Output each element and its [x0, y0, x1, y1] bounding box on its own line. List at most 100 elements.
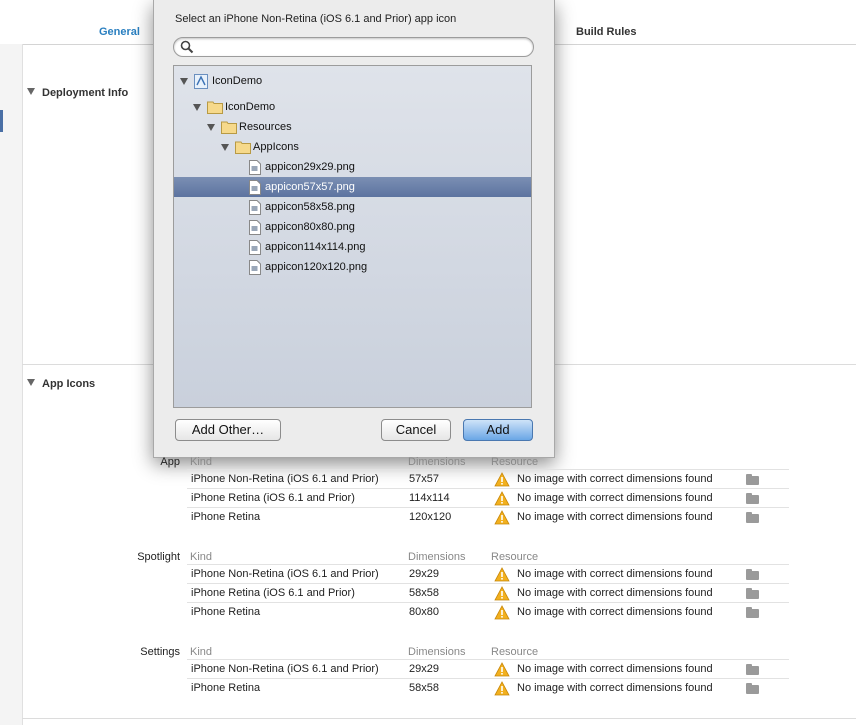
deployment-info-header[interactable]: Deployment Info: [27, 87, 128, 99]
warning-icon: [494, 472, 510, 487]
group-label: Spotlight: [137, 551, 180, 563]
tree-item-label: IconDemo: [225, 101, 276, 113]
search-field[interactable]: [173, 37, 534, 57]
table-row[interactable]: iPhone Retina (iOS 6.1 and Prior) 114x114…: [187, 488, 789, 508]
warning-icon: [494, 510, 510, 525]
add-button[interactable]: Add: [463, 419, 533, 441]
folder-browse-icon[interactable]: [746, 474, 759, 485]
dimensions-cell: 58x58: [409, 682, 439, 694]
resource-cell: No image with correct dimensions found: [517, 473, 713, 485]
tree-item-label: AppIcons: [253, 141, 299, 153]
table-row[interactable]: iPhone Non-Retina (iOS 6.1 and Prior) 29x…: [187, 659, 789, 679]
section-divider-bottom: [22, 718, 856, 719]
warning-icon: [494, 605, 510, 620]
tree-item-label: Resources: [239, 121, 292, 133]
tree-file-item[interactable]: appicon120x120.png: [174, 257, 531, 277]
resource-cell: No image with correct dimensions found: [517, 606, 713, 618]
column-header-resource: Resource: [491, 551, 539, 563]
folder-browse-icon[interactable]: [746, 588, 759, 599]
cancel-button[interactable]: Cancel: [381, 419, 451, 441]
app-icons-header[interactable]: App Icons: [27, 378, 95, 390]
warning-icon: [494, 662, 510, 677]
table-row[interactable]: iPhone Non-Retina (iOS 6.1 and Prior) 57x…: [187, 469, 789, 489]
tree-file-item[interactable]: appicon58x58.png: [174, 197, 531, 217]
kind-cell: iPhone Non-Retina (iOS 6.1 and Prior): [191, 568, 379, 580]
disclosure-triangle-icon[interactable]: [180, 78, 188, 85]
resource-cell: No image with correct dimensions found: [517, 663, 713, 675]
table-row[interactable]: iPhone Retina 80x80 No image with correct …: [187, 602, 789, 622]
tab-build-rules[interactable]: Build Rules: [576, 26, 637, 38]
warning-icon: [494, 681, 510, 696]
search-icon: [180, 40, 194, 54]
folder-browse-icon[interactable]: [746, 683, 759, 694]
table-row[interactable]: iPhone Retina (iOS 6.1 and Prior) 58x58 No…: [187, 583, 789, 603]
group-label: App: [160, 456, 180, 468]
kind-cell: iPhone Retina (iOS 6.1 and Prior): [191, 587, 355, 599]
kind-cell: iPhone Retina: [191, 511, 261, 523]
column-header-dimensions: Dimensions: [408, 456, 466, 468]
tree-item-label: appicon58x58.png: [265, 201, 355, 213]
column-header-resource: Resource: [491, 456, 539, 468]
kind-cell: iPhone Retina (iOS 6.1 and Prior): [191, 492, 355, 504]
tree-file-item[interactable]: appicon57x57.png: [174, 177, 531, 197]
group-label: Settings: [140, 646, 180, 658]
folder-browse-icon[interactable]: [746, 493, 759, 504]
folder-browse-icon[interactable]: [746, 512, 759, 523]
tree-item-label: IconDemo: [212, 75, 263, 87]
tree-item-label: appicon114x114.png: [265, 241, 366, 253]
column-header-dimensions: Dimensions: [408, 551, 466, 563]
dimensions-cell: 114x114: [409, 492, 450, 504]
png-file-icon: [249, 220, 261, 235]
folder-browse-icon[interactable]: [746, 607, 759, 618]
tree-item-label: appicon120x120.png: [265, 261, 368, 273]
app-icons-title: App Icons: [42, 378, 96, 390]
disclosure-triangle-icon[interactable]: [193, 104, 201, 111]
png-file-icon: [249, 160, 261, 175]
add-other-button[interactable]: Add Other…: [175, 419, 281, 441]
table-row[interactable]: iPhone Retina 120x120 No image with correc…: [187, 507, 789, 527]
kind-cell: iPhone Non-Retina (iOS 6.1 and Prior): [191, 473, 379, 485]
warning-icon: [494, 567, 510, 582]
tree-folder-item[interactable]: Resources: [174, 117, 531, 137]
tree-folder-item[interactable]: IconDemo: [174, 97, 531, 117]
disclosure-triangle-icon: [27, 379, 35, 386]
kind-cell: iPhone Retina: [191, 606, 261, 618]
dimensions-cell: 120x120: [409, 511, 452, 523]
tab-general[interactable]: General: [99, 26, 140, 38]
tree-item-label: appicon57x57.png: [265, 181, 355, 193]
tree-item-label: appicon80x80.png: [265, 221, 355, 233]
tree-folder-item[interactable]: AppIcons: [174, 137, 531, 157]
dimensions-cell: 57x57: [409, 473, 439, 485]
table-row[interactable]: iPhone Retina 58x58 No image with correct …: [187, 678, 789, 698]
dimensions-cell: 29x29: [409, 663, 439, 675]
folder-icon: [221, 121, 237, 134]
warning-icon: [494, 491, 510, 506]
table-row[interactable]: iPhone Non-Retina (iOS 6.1 and Prior) 29x…: [187, 564, 789, 584]
target-selection-marker: [0, 110, 3, 132]
png-file-icon: [249, 200, 261, 215]
folder-icon: [207, 101, 223, 114]
folder-browse-icon[interactable]: [746, 664, 759, 675]
folder-browse-icon[interactable]: [746, 569, 759, 580]
tree-file-item[interactable]: appicon29x29.png: [174, 157, 531, 177]
column-header-kind: Kind: [190, 551, 213, 563]
dimensions-cell: 29x29: [409, 568, 439, 580]
column-header-dimensions: Dimensions: [408, 646, 466, 658]
disclosure-triangle-icon: [27, 88, 35, 95]
tree-file-item[interactable]: appicon114x114.png: [174, 237, 531, 257]
dialog-prompt: Select an iPhone Non-Retina (iOS 6.1 and…: [175, 13, 457, 25]
project-icon: [194, 74, 208, 89]
deployment-info-title: Deployment Info: [42, 87, 129, 99]
tree-folder-item[interactable]: IconDemo: [174, 71, 531, 91]
disclosure-triangle-icon[interactable]: [221, 144, 229, 151]
dimensions-cell: 58x58: [409, 587, 439, 599]
resource-cell: No image with correct dimensions found: [517, 682, 713, 694]
warning-icon: [494, 586, 510, 601]
dimensions-cell: 80x80: [409, 606, 439, 618]
kind-cell: iPhone Non-Retina (iOS 6.1 and Prior): [191, 663, 379, 675]
file-tree[interactable]: IconDemo IconDemo Resources AppIcons appicon…: [173, 65, 532, 408]
png-file-icon: [249, 260, 261, 275]
tree-file-item[interactable]: appicon80x80.png: [174, 217, 531, 237]
png-file-icon: [249, 180, 261, 195]
disclosure-triangle-icon[interactable]: [207, 124, 215, 131]
